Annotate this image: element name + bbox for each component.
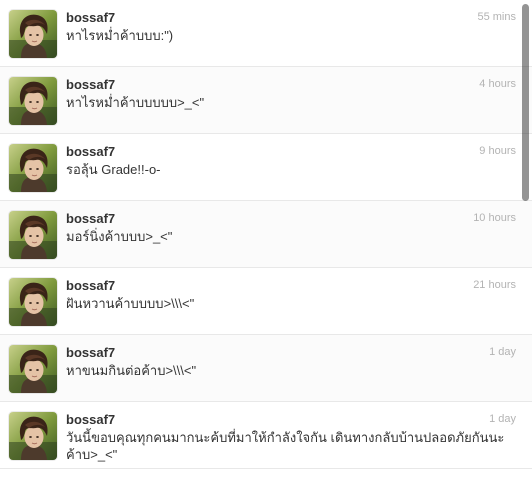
username[interactable]: bossaf7 <box>66 10 115 25</box>
tweet-text: รอลุ้น Grade!!-o- <box>66 162 161 177</box>
username[interactable]: bossaf7 <box>66 278 115 293</box>
timestamp[interactable]: 10 hours <box>473 212 516 224</box>
avatar-image <box>9 211 57 259</box>
tweet-text: หาขนมกินต่อค้าบ>\\\<" <box>66 363 197 378</box>
tweet-text: ฝันหวานค้าบบบบ>\\\<" <box>66 296 195 311</box>
username[interactable]: bossaf7 <box>66 144 115 159</box>
timestamp[interactable]: 9 hours <box>479 145 516 157</box>
tweet-text: หาไรหม่ำค้าบบบบบ>_<" <box>66 95 205 110</box>
avatar[interactable] <box>9 278 57 326</box>
avatar-image <box>9 144 57 192</box>
timestamp[interactable]: 21 hours <box>473 279 516 291</box>
avatar-image <box>9 345 57 393</box>
tweet-item[interactable]: bossaf7 4 hours หาไรหม่ำค้าบบบบบ>_<" <box>0 67 532 134</box>
tweet-item[interactable]: bossaf7 1 day หาขนมกินต่อค้าบ>\\\<" <box>0 335 532 402</box>
username[interactable]: bossaf7 <box>66 211 115 226</box>
timestamp[interactable]: 1 day <box>489 413 516 425</box>
tweet-text: มอร์นิ่งค้าบบบ>_<" <box>66 229 173 244</box>
avatar[interactable] <box>9 77 57 125</box>
avatar-image <box>9 412 57 460</box>
avatar-image <box>9 278 57 326</box>
avatar[interactable] <box>9 10 57 58</box>
tweet-item[interactable]: bossaf7 9 hours รอลุ้น Grade!!-o- <box>0 134 532 201</box>
tweet-item[interactable]: bossaf7 10 hours มอร์นิ่งค้าบบบ>_<" <box>0 201 532 268</box>
username[interactable]: bossaf7 <box>66 77 115 92</box>
tweet-timeline: bossaf7 55 mins หาไรหม่ำค้าบบบ:") bossaf… <box>0 0 532 477</box>
tweet-item[interactable]: bossaf7 1 day วันนี้ขอบคุณทุกคนมากนะค้บท… <box>0 402 532 469</box>
tweet-item[interactable]: bossaf7 21 hours ฝันหวานค้าบบบบ>\\\<" <box>0 268 532 335</box>
vertical-scrollbar[interactable] <box>520 0 531 477</box>
tweet-text: หาไรหม่ำค้าบบบ:") <box>66 28 174 43</box>
avatar[interactable] <box>9 144 57 192</box>
timestamp[interactable]: 4 hours <box>479 78 516 90</box>
tweet-list: bossaf7 55 mins หาไรหม่ำค้าบบบ:") bossaf… <box>0 0 532 469</box>
avatar-image <box>9 10 57 58</box>
tweet-item[interactable]: bossaf7 55 mins หาไรหม่ำค้าบบบ:") <box>0 0 532 67</box>
avatar[interactable] <box>9 412 57 460</box>
username[interactable]: bossaf7 <box>66 345 115 360</box>
timestamp[interactable]: 1 day <box>489 346 516 358</box>
username[interactable]: bossaf7 <box>66 412 115 427</box>
tweet-text: วันนี้ขอบคุณทุกคนมากนะค้บที่มาให้กำลังใจ… <box>66 430 505 462</box>
avatar[interactable] <box>9 211 57 259</box>
avatar[interactable] <box>9 345 57 393</box>
scrollbar-thumb[interactable] <box>522 4 529 201</box>
avatar-image <box>9 77 57 125</box>
timestamp[interactable]: 55 mins <box>477 11 516 23</box>
